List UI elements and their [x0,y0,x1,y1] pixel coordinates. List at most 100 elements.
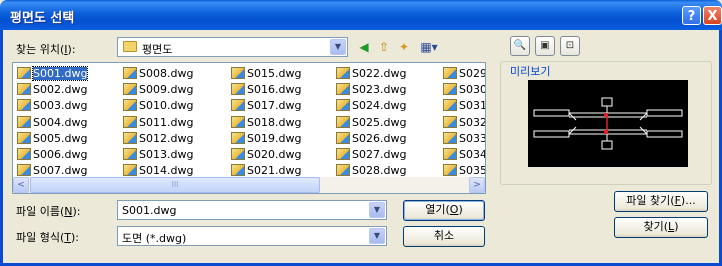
dwg-file-icon [17,67,31,79]
file-item[interactable]: S011.dwg [123,115,193,130]
file-name: S004.dwg [33,115,88,129]
file-item[interactable]: S006.dwg [17,147,87,162]
file-item[interactable]: S030, [443,82,485,97]
file-name: S033, [459,131,485,145]
file-item[interactable]: S009.dwg [123,82,193,97]
dwg-file-icon [17,148,31,160]
location-label: 찾는 위치(I): [16,43,76,56]
zoom-preview-icon[interactable]: 🔍 [510,36,530,56]
help-button[interactable]: ? [682,6,701,25]
file-item[interactable]: S023.dwg [336,82,406,97]
file-item[interactable]: S005.dwg [17,131,87,146]
file-item[interactable]: S031, [443,98,485,113]
dwg-file-icon [123,115,137,128]
dwg-file-icon [123,164,137,177]
file-item[interactable]: S001.dwg [17,66,89,81]
file-name: S029, [459,67,485,80]
preview-label: 미리보기 [508,63,553,79]
file-item[interactable]: S026.dwg [336,131,406,146]
preview-view-icon[interactable]: ▣ [535,36,555,56]
file-item[interactable]: S027.dwg [336,147,406,162]
file-item[interactable]: S015.dwg [231,66,301,81]
file-name: S027.dwg [352,148,407,161]
file-name: S034, [459,148,485,161]
dwg-file-icon [443,99,457,112]
dwg-file-icon [123,99,137,112]
dwg-file-icon [336,164,350,177]
file-item[interactable]: S002.dwg [17,82,87,97]
file-item[interactable]: S035, [443,163,485,178]
dwg-file-icon [443,164,457,177]
file-item[interactable]: S003.dwg [17,98,87,113]
new-folder-icon[interactable]: ✦ [396,39,412,55]
file-name: S017.dwg [247,99,302,113]
filename-input[interactable]: S001.dwg ▼ [117,200,387,220]
file-item[interactable]: S018.dwg [231,115,301,130]
file-name: S010.dwg [139,99,194,113]
file-item[interactable]: S014.dwg [123,163,193,178]
file-name: S026.dwg [352,131,407,145]
close-button[interactable]: X [703,6,722,25]
open-button[interactable]: 열기(O) [403,200,485,221]
cancel-button[interactable]: 취소 [403,226,485,247]
file-name: S001.dwg [31,66,89,81]
scroll-thumb[interactable]: III [30,177,320,193]
file-item[interactable]: S017.dwg [231,98,301,113]
title-bar[interactable]: 평면도 선택 ? X [0,0,722,30]
scroll-left-button[interactable]: < [13,177,29,193]
file-name: S009.dwg [139,83,194,97]
file-name: S011.dwg [139,115,194,129]
file-item[interactable]: S025.dwg [336,115,406,130]
find-button[interactable]: 찾기(L) [614,217,708,238]
file-item[interactable]: S024.dwg [336,98,406,113]
dwg-file-icon [336,67,350,79]
dwg-file-icon [231,131,245,144]
back-icon[interactable]: ◀ [356,39,372,55]
scroll-right-button[interactable]: > [469,177,485,193]
file-item[interactable]: S016.dwg [231,82,301,97]
file-item[interactable]: S004.dwg [17,115,87,130]
file-name: S022.dwg [352,67,407,80]
file-item[interactable]: S019.dwg [231,131,301,146]
chevron-down-icon[interactable]: ▼ [369,228,385,244]
dwg-file-icon [336,83,350,96]
chevron-down-icon[interactable]: ▼ [330,39,346,55]
file-item[interactable]: S013.dwg [123,147,193,162]
file-item[interactable]: S012.dwg [123,131,193,146]
location-combo[interactable]: 평면도 ▼ [117,37,348,57]
chevron-down-icon[interactable]: ▼ [369,202,385,218]
dwg-file-icon [17,99,31,112]
dwg-file-icon [123,83,137,96]
filetype-select[interactable]: 도면 (*.dwg) ▼ [117,226,387,246]
file-item[interactable]: S021.dwg [231,163,301,178]
dwg-file-icon [443,131,457,144]
file-item[interactable]: S032, [443,115,485,130]
file-list[interactable]: S001.dwg S002.dwg S003.dwg S004.dwg S005.dwg… [12,62,486,194]
find-file-button[interactable]: 파일 찾기(F)... [614,191,708,212]
dwg-file-icon [443,83,457,96]
horizontal-scrollbar[interactable]: < III > [13,177,485,193]
file-item[interactable]: S028.dwg [336,163,406,178]
file-item[interactable]: S020.dwg [231,147,301,162]
views-menu-icon[interactable]: ▦▾ [418,39,440,55]
file-item[interactable]: S033, [443,131,485,146]
up-folder-icon[interactable]: ⇧ [376,39,392,55]
file-item[interactable]: S010.dwg [123,98,193,113]
file-name: S028.dwg [352,164,407,178]
file-name: S006.dwg [33,148,88,161]
preview-fit-icon[interactable]: ⊡ [560,36,580,56]
file-name: S030, [459,83,485,97]
file-item[interactable]: S008.dwg [123,66,193,81]
open-label: 열기( [425,203,450,216]
dwg-file-icon [336,148,350,160]
file-item[interactable]: S034, [443,147,485,162]
file-name: S008.dwg [139,67,194,80]
file-item[interactable]: S029, [443,66,485,81]
file-name: S016.dwg [247,83,302,97]
file-item[interactable]: S022.dwg [336,66,406,81]
file-item[interactable]: S007.dwg [17,163,87,178]
dwg-file-icon [336,115,350,128]
dwg-file-icon [336,99,350,112]
file-name: S012.dwg [139,131,194,145]
dwg-file-icon [123,148,137,160]
